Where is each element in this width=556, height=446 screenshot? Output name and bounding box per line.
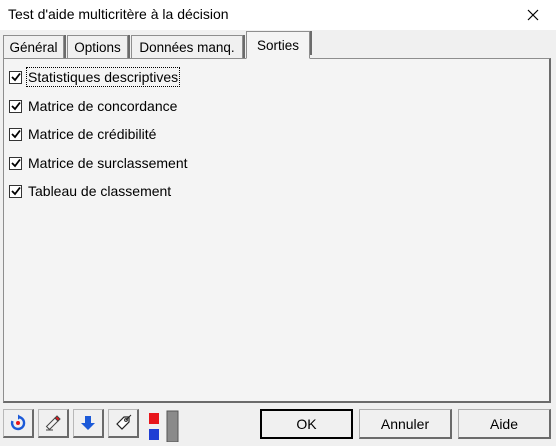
erase-button[interactable] [38, 409, 69, 438]
window-title: Test d'aide multicritère à la décision [8, 6, 229, 22]
tag-icon [116, 414, 132, 430]
cancel-button[interactable]: Annuler [359, 409, 452, 439]
label-button[interactable] [108, 409, 139, 438]
tab-general[interactable]: Général [3, 35, 66, 59]
eraser-icon [45, 415, 61, 431]
checkbox-box[interactable] [9, 99, 22, 113]
checkbox-label: Tableau de classement [28, 183, 172, 199]
outputs-panel: Statistiques descriptives Matrice de con… [3, 58, 551, 403]
tab-outputs[interactable]: Sorties [246, 31, 312, 59]
checkmark-icon [10, 158, 21, 168]
checkbox-outranking-matrix[interactable]: Matrice de surclassement [9, 154, 188, 172]
checkbox-label: Matrice de surclassement [28, 155, 188, 171]
checkbox-box[interactable] [9, 127, 22, 141]
checkbox-label: Statistiques descriptives [25, 67, 181, 87]
checkmark-icon [10, 129, 21, 139]
checkbox-label: Matrice de concordance [28, 98, 178, 114]
checkmark-icon [10, 186, 21, 196]
ok-button[interactable]: OK [260, 409, 353, 439]
checkbox-ranking-table[interactable]: Tableau de classement [9, 182, 171, 200]
close-button[interactable] [510, 0, 556, 30]
checkbox-label: Matrice de crédibilité [28, 126, 157, 142]
color-indicator-icon [149, 410, 179, 443]
checkbox-box[interactable] [9, 184, 22, 198]
tab-bar: Général Options Données manq. Sorties [0, 30, 556, 59]
checkbox-box[interactable] [9, 70, 22, 84]
reset-icon [10, 414, 26, 431]
help-button[interactable]: Aide [458, 409, 551, 439]
bottom-bar: OK Annuler Aide [0, 404, 556, 446]
close-icon [527, 9, 539, 21]
move-down-button[interactable] [73, 409, 104, 438]
checkbox-box[interactable] [9, 156, 22, 170]
checkbox-concordance-matrix[interactable]: Matrice de concordance [9, 97, 177, 115]
color-indicator[interactable] [145, 410, 181, 443]
title-bar: Test d'aide multicritère à la décision [0, 0, 556, 30]
checkbox-credibility-matrix[interactable]: Matrice de crédibilité [9, 125, 156, 143]
reset-button[interactable] [3, 409, 34, 438]
tab-options[interactable]: Options [67, 35, 130, 59]
down-arrow-icon [81, 416, 95, 430]
checkbox-descriptive-statistics[interactable]: Statistiques descriptives [9, 67, 181, 87]
tab-missing-data[interactable]: Données manq. [131, 35, 245, 59]
checkmark-icon [10, 72, 21, 82]
checkmark-icon [10, 101, 21, 111]
